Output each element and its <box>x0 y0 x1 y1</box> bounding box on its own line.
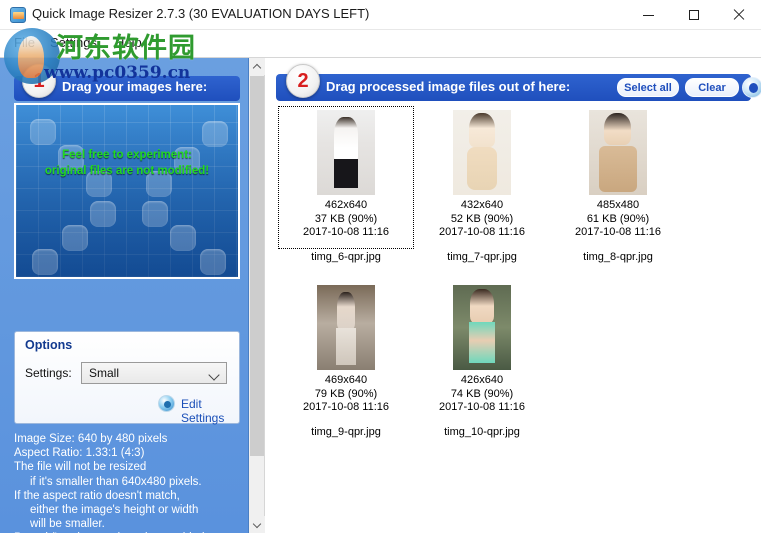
tile-decoration <box>142 201 168 227</box>
thumbnail-meta: 432x640 52 KB (90%) 2017-10-08 11:16 <box>415 199 549 240</box>
thumbnail-item[interactable]: 469x640 79 KB (90%) 2017-10-08 11:16 tim… <box>278 281 414 446</box>
scroll-down-icon <box>252 519 262 528</box>
output-panel: Drag processed image files out of here: … <box>266 58 761 533</box>
scroll-up-icon <box>252 63 262 72</box>
thumbnail-item[interactable]: 426x640 74 KB (90%) 2017-10-08 11:16 tim… <box>414 281 550 446</box>
thumbnail-frame: 432x640 52 KB (90%) 2017-10-08 11:16 <box>414 106 550 249</box>
settings-label: Settings: <box>25 366 72 380</box>
thumbnail-item[interactable]: 432x640 52 KB (90%) 2017-10-08 11:16 tim… <box>414 106 550 271</box>
thumbnail-frame: 462x640 37 KB (90%) 2017-10-08 11:16 <box>278 106 414 249</box>
close-icon <box>733 9 745 21</box>
thumbnail-image <box>453 285 511 370</box>
thumbnail-frame: 426x640 74 KB (90%) 2017-10-08 11:16 <box>414 281 550 424</box>
menu-item-settings[interactable]: Settings <box>50 35 97 50</box>
thumbnail-filename: timg_7-qpr.jpg <box>447 251 517 263</box>
thumbnail-filename: timg_8-qpr.jpg <box>583 251 653 263</box>
thumbnail-filesize: 79 KB (90%) <box>314 387 378 400</box>
minimize-button[interactable] <box>626 0 671 30</box>
thumbnail-date: 2017-10-08 11:16 <box>574 226 662 238</box>
image-dropzone[interactable]: Feel free to experiment: original files … <box>14 103 240 279</box>
tile-decoration <box>90 201 116 227</box>
close-button[interactable] <box>716 0 761 30</box>
thumbnail-frame: 469x640 79 KB (90%) 2017-10-08 11:16 <box>278 281 414 424</box>
chevron-down-icon <box>208 369 220 381</box>
settings-dropdown-value: Small <box>89 366 120 380</box>
thumbnail-filename: timg_10-qpr.jpg <box>444 426 520 438</box>
thumbnail-image <box>589 110 647 195</box>
output-panel-header: Drag processed image files out of here: … <box>276 74 761 101</box>
input-panel-title: Drag your images here: <box>62 79 208 94</box>
settings-dropdown[interactable]: Small <box>81 362 227 384</box>
window-title: Quick Image Resizer 2.7.3 (30 EVALUATION… <box>32 6 370 21</box>
thumbnail-date: 2017-10-08 11:16 <box>302 401 390 413</box>
thumbnail-frame: 485x480 61 KB (90%) 2017-10-08 11:16 <box>550 106 686 249</box>
edit-settings-link[interactable]: Edit Settings <box>181 397 239 425</box>
thumbnail-grid: 462x640 37 KB (90%) 2017-10-08 11:16 tim… <box>276 106 751 516</box>
info-line: will be smaller. <box>30 518 105 531</box>
tile-decoration <box>202 121 228 147</box>
thumbnail-meta: 462x640 37 KB (90%) 2017-10-08 11:16 <box>279 199 413 240</box>
thumbnail-image <box>453 110 511 195</box>
tile-decoration <box>62 225 88 251</box>
thumbnail-date: 2017-10-08 11:16 <box>438 226 526 238</box>
output-panel-title: Drag processed image files out of here: <box>326 79 571 94</box>
minimize-icon <box>643 14 654 16</box>
thumbnail-filesize: 37 KB (90%) <box>314 212 378 225</box>
scroll-up-button[interactable] <box>249 58 265 75</box>
step-2-badge: 2 <box>286 64 320 98</box>
app-icon <box>10 7 26 23</box>
thumbnail-filesize: 52 KB (90%) <box>450 212 514 225</box>
title-bar: Quick Image Resizer 2.7.3 (30 EVALUATION… <box>0 0 761 30</box>
thumbnail-meta: 426x640 74 KB (90%) 2017-10-08 11:16 <box>415 374 549 415</box>
info-line: Image Size: 640 by 480 pixels <box>14 433 168 445</box>
menu-bar: File Settings Help <box>0 30 761 58</box>
dropzone-hint-line1: Feel free to experiment: <box>62 149 192 161</box>
thumbnail-filename: timg_6-qpr.jpg <box>311 251 381 263</box>
quick-image-resizer-window: Quick Image Resizer 2.7.3 (30 EVALUATION… <box>0 0 761 533</box>
tile-decoration <box>200 249 226 275</box>
info-line: If the aspect ratio doesn't match, <box>14 489 180 502</box>
scroll-down-button[interactable] <box>249 516 265 533</box>
info-line: either the image's height or width <box>30 504 199 517</box>
thumbnail-date: 2017-10-08 11:16 <box>438 401 526 413</box>
thumbnail-item[interactable]: 462x640 37 KB (90%) 2017-10-08 11:16 tim… <box>278 106 414 271</box>
info-line: Aspect Ratio: 1.33:1 (4:3) <box>14 447 145 460</box>
thumbnail-dimensions: 469x640 <box>324 374 368 386</box>
tile-decoration <box>30 119 56 145</box>
thumbnail-filename: timg_9-qpr.jpg <box>311 426 381 438</box>
globe-icon[interactable] <box>742 77 761 98</box>
step-1-badge: 1 <box>22 64 56 98</box>
options-box: Options Settings: Small Edit Settings <box>14 331 240 425</box>
tile-decoration <box>170 225 196 251</box>
scrollbar-thumb[interactable] <box>250 76 264 456</box>
info-text-block: Image Size: 640 by 480 pixels Aspect Rat… <box>14 432 246 533</box>
input-panel: Drag your images here: Feel free to expe… <box>0 58 249 533</box>
gear-icon <box>158 395 175 412</box>
thumbnail-meta: 485x480 61 KB (90%) 2017-10-08 11:16 <box>551 199 685 240</box>
thumbnail-dimensions: 485x480 <box>596 199 640 211</box>
maximize-icon <box>688 10 699 20</box>
thumbnail-filesize: 61 KB (90%) <box>586 212 650 225</box>
thumbnail-item[interactable]: 485x480 61 KB (90%) 2017-10-08 11:16 tim… <box>550 106 686 271</box>
clear-button[interactable]: Clear <box>685 78 739 97</box>
thumbnail-image <box>317 110 375 195</box>
info-line: The file will not be resized <box>14 461 147 474</box>
thumbnail-dimensions: 462x640 <box>324 199 368 211</box>
left-panel-scrollbar[interactable] <box>249 58 265 533</box>
maximize-button[interactable] <box>671 0 716 30</box>
menu-item-help[interactable]: Help <box>115 35 142 50</box>
options-title: Options <box>25 338 73 352</box>
thumbnail-dimensions: 426x640 <box>460 374 504 386</box>
thumbnail-date: 2017-10-08 11:16 <box>302 226 390 238</box>
thumbnail-dimensions: 432x640 <box>460 199 504 211</box>
dropzone-hint-line2: original files are not modified! <box>44 165 210 177</box>
thumbnail-meta: 469x640 79 KB (90%) 2017-10-08 11:16 <box>279 374 413 415</box>
dropzone-hint: Feel free to experiment: original files … <box>16 147 238 179</box>
tile-decoration <box>32 249 58 275</box>
thumbnail-filesize: 74 KB (90%) <box>450 387 514 400</box>
select-all-button[interactable]: Select all <box>617 78 679 97</box>
info-line: if it's smaller than 640x480 pixels. <box>30 475 202 488</box>
menu-item-file[interactable]: File <box>14 35 35 50</box>
thumbnail-image <box>317 285 375 370</box>
